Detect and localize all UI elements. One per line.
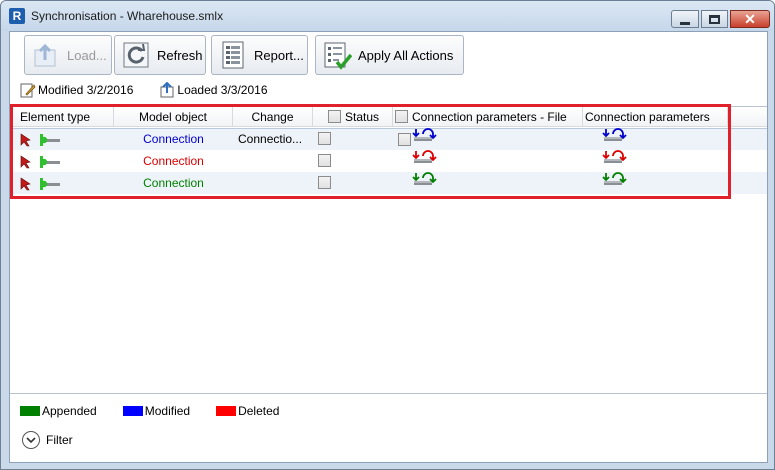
load-label: Load... xyxy=(67,47,107,63)
legend-label-deleted: Deleted xyxy=(238,404,280,418)
report-label: Report... xyxy=(254,47,304,63)
refresh-button[interactable]: Refresh xyxy=(114,35,206,75)
filter-label: Filter xyxy=(46,433,73,447)
legend-swatch-deleted xyxy=(216,406,237,416)
maximize-button[interactable] xyxy=(701,10,728,28)
maximize-icon xyxy=(709,14,720,24)
upload-document-icon xyxy=(159,81,175,98)
synchronisation-window: R Synchronisation - Wharehouse.smlx ✕ Lo… xyxy=(0,0,775,470)
apply-checklist-icon xyxy=(322,40,353,70)
close-button[interactable]: ✕ xyxy=(730,10,770,28)
legend-modified: Modified xyxy=(122,404,191,418)
report-button[interactable]: Report... xyxy=(211,35,308,75)
refresh-icon xyxy=(121,40,151,70)
report-icon xyxy=(218,40,248,70)
revit-app-icon: R xyxy=(9,8,25,24)
file-status-row: Modified 3/2/2016 Loaded 3/3/2016 xyxy=(20,80,294,100)
modified-status: Modified 3/2/2016 xyxy=(20,82,133,98)
legend-swatch-modified xyxy=(122,406,143,416)
apply-label: Apply All Actions xyxy=(358,47,454,63)
highlight-box xyxy=(10,104,731,199)
chevron-down-icon[interactable] xyxy=(22,431,40,449)
main-content: Load... Refresh Report... Apply All Acti… xyxy=(9,31,768,463)
load-icon xyxy=(31,40,61,70)
minimize-button[interactable] xyxy=(671,10,699,28)
pencil-document-icon xyxy=(20,82,36,98)
refresh-label: Refresh xyxy=(157,47,203,63)
load-button[interactable]: Load... xyxy=(24,35,112,75)
apply-all-actions-button[interactable]: Apply All Actions xyxy=(315,35,464,75)
legend-swatch-appended xyxy=(20,406,40,416)
legend-deleted: Deleted xyxy=(216,404,279,418)
legend-label-appended: Appended xyxy=(42,404,97,418)
title-bar[interactable]: R Synchronisation - Wharehouse.smlx ✕ xyxy=(1,1,774,31)
color-legend: Appended Modified Deleted xyxy=(20,404,305,418)
legend-appended: Appended xyxy=(20,404,97,418)
loaded-status: Loaded 3/3/2016 xyxy=(159,81,268,98)
filter-toggle[interactable]: Filter xyxy=(22,431,73,449)
loaded-date: Loaded 3/3/2016 xyxy=(177,83,268,97)
close-icon: ✕ xyxy=(744,11,756,27)
window-title: Synchronisation - Wharehouse.smlx xyxy=(31,9,224,23)
modified-date: Modified 3/2/2016 xyxy=(38,83,134,97)
minimize-icon xyxy=(680,21,690,25)
legend-label-modified: Modified xyxy=(144,404,191,418)
